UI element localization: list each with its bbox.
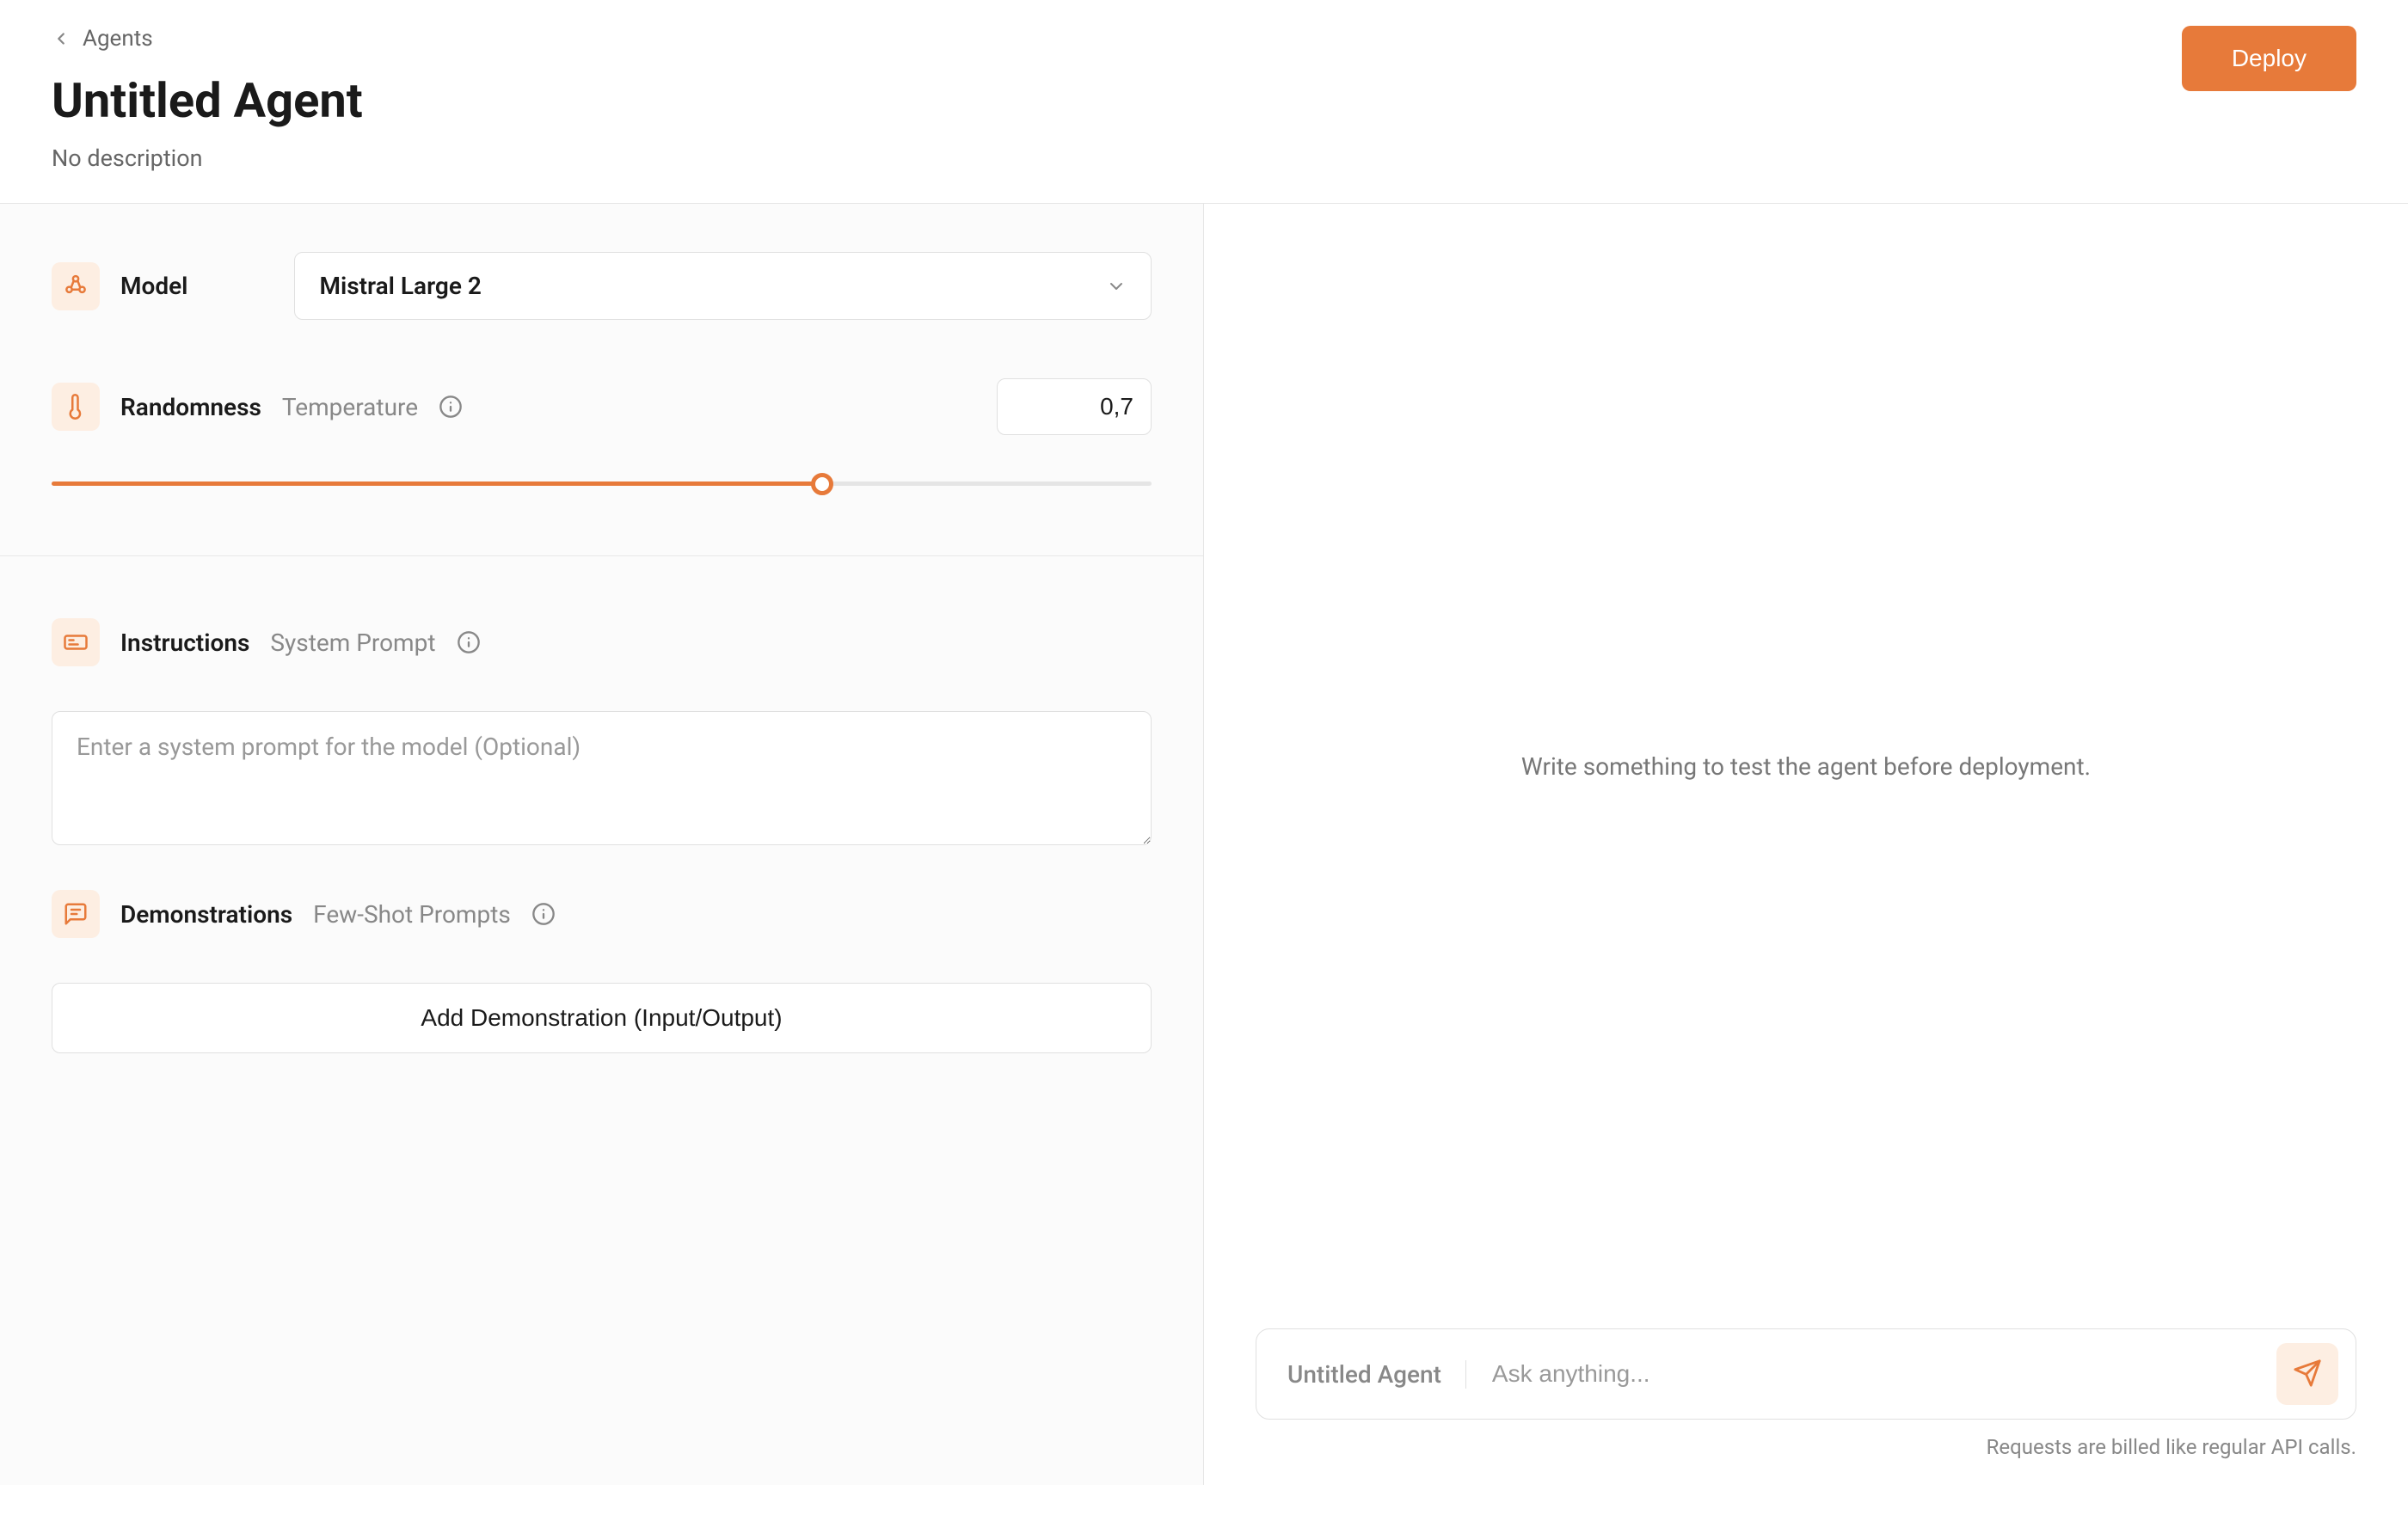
demonstrations-icon [52, 890, 100, 938]
model-label: Model [120, 272, 187, 300]
temperature-slider[interactable] [52, 469, 1152, 497]
chat-pane: Write something to test the agent before… [1204, 204, 2408, 1485]
info-icon[interactable] [439, 395, 463, 419]
instructions-section: Instructions System Prompt [52, 618, 1152, 666]
chat-empty-message: Write something to test the agent before… [1521, 752, 2091, 781]
page-header: Agents Untitled Agent No description Dep… [0, 0, 2408, 204]
randomness-section: Randomness Temperature [52, 378, 1152, 435]
send-icon [2293, 1359, 2322, 1390]
add-demonstration-button[interactable]: Add Demonstration (Input/Output) [52, 983, 1152, 1053]
chat-input-area: Untitled Agent Requests are billed like … [1256, 1328, 2356, 1459]
temperature-input[interactable] [997, 378, 1152, 435]
chat-input[interactable] [1492, 1360, 2251, 1388]
chevron-left-icon [52, 29, 71, 48]
instructions-icon [52, 618, 100, 666]
model-select[interactable]: Mistral Large 2 [294, 252, 1152, 320]
slider-thumb[interactable] [811, 473, 833, 495]
system-prompt-textarea[interactable] [52, 711, 1152, 845]
demonstrations-section: Demonstrations Few-Shot Prompts [52, 890, 1152, 938]
breadcrumb[interactable]: Agents [52, 26, 363, 52]
deploy-button[interactable]: Deploy [2182, 26, 2356, 91]
temperature-sublabel: Temperature [282, 393, 418, 421]
info-icon[interactable] [457, 630, 481, 654]
config-pane: Model Mistral Large 2 Randomness Tempera… [0, 204, 1204, 1485]
fewshot-sublabel: Few-Shot Prompts [313, 900, 511, 929]
body: Model Mistral Large 2 Randomness Tempera… [0, 204, 2408, 1485]
thermometer-icon [52, 383, 100, 431]
divider [0, 555, 1203, 556]
breadcrumb-label: Agents [83, 26, 153, 52]
instructions-label: Instructions [120, 629, 249, 657]
chevron-down-icon [1106, 276, 1127, 297]
model-icon [52, 262, 100, 310]
page-title: Untitled Agent [52, 72, 363, 129]
model-section: Model Mistral Large 2 [52, 252, 1152, 320]
randomness-labels: Randomness Temperature [52, 383, 976, 431]
send-button[interactable] [2276, 1343, 2338, 1405]
randomness-label: Randomness [120, 393, 261, 421]
chat-agent-name: Untitled Agent [1287, 1360, 1466, 1389]
billing-note: Requests are billed like regular API cal… [1256, 1435, 2356, 1459]
page-description: No description [52, 144, 363, 172]
chat-input-container: Untitled Agent [1256, 1328, 2356, 1420]
system-prompt-sublabel: System Prompt [270, 629, 435, 657]
model-selected-value: Mistral Large 2 [319, 272, 481, 300]
info-icon[interactable] [531, 902, 556, 926]
chat-empty-state: Write something to test the agent before… [1256, 204, 2356, 1328]
header-left: Agents Untitled Agent No description [52, 26, 363, 172]
slider-fill [52, 481, 821, 486]
demonstrations-label: Demonstrations [120, 900, 292, 929]
